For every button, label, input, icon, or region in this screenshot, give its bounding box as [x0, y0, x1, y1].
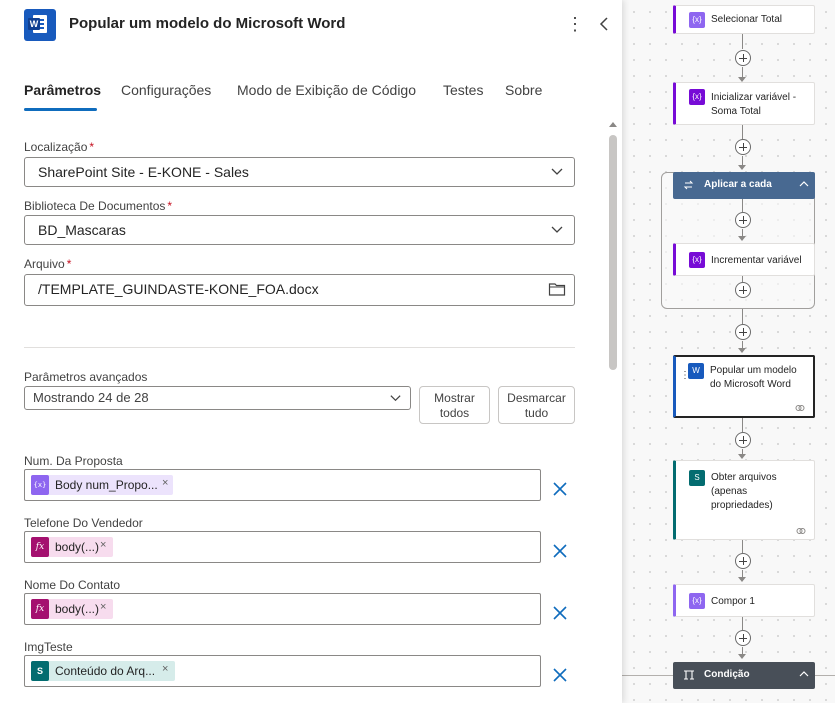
param-input[interactable]: S Conteúdo do Arq... ×: [24, 655, 541, 687]
token-remove-icon[interactable]: ×: [162, 477, 168, 489]
close-icon[interactable]: [551, 480, 569, 498]
tab-configuracoes[interactable]: Configurações: [121, 82, 211, 98]
param-input[interactable]: fx body(...) ×: [24, 531, 541, 563]
word-icon: W: [688, 363, 704, 379]
panel-title: Popular um modelo do Microsoft Word: [69, 15, 346, 32]
show-all-button[interactable]: Mostrar todos: [419, 386, 490, 424]
token-remove-icon[interactable]: ×: [100, 539, 106, 551]
connector: [742, 199, 743, 212]
loop-icon: [683, 180, 694, 190]
file-value: /TEMPLATE_GUINDASTE-KONE_FOA.docx: [38, 281, 319, 297]
drag-handle-icon[interactable]: ⋮: [680, 370, 690, 381]
more-vertical-icon[interactable]: ⋮: [566, 14, 584, 34]
folder-icon[interactable]: [548, 281, 566, 297]
param-label: Telefone Do Vendedor: [24, 516, 143, 530]
connector: [742, 540, 743, 553]
location-value: SharePoint Site - E-KONE - Sales: [38, 164, 249, 180]
chevron-down-icon: [551, 168, 563, 175]
advanced-selected: Mostrando 24 de 28: [33, 390, 149, 405]
condition-header[interactable]: Condição: [673, 662, 815, 689]
variable-icon: {x}: [689, 12, 705, 28]
add-step-icon[interactable]: [735, 553, 751, 569]
token-remove-icon[interactable]: ×: [100, 601, 106, 613]
active-tab-indicator: [24, 108, 97, 111]
variable-icon: {x}: [31, 475, 49, 495]
function-icon: fx: [31, 599, 49, 619]
step-card-popular-modelo-word[interactable]: W Popular um modelo do Microsoft Word ⋮: [673, 355, 815, 418]
section-divider: [24, 347, 575, 348]
file-label: Arquivo *: [24, 257, 72, 271]
clear-all-button[interactable]: Desmarcar tudo: [498, 386, 575, 424]
add-step-icon[interactable]: [735, 324, 751, 340]
step-card-compor-1[interactable]: {x} Compor 1: [673, 584, 815, 617]
param-input[interactable]: {x} Body num_Propo... ×: [24, 469, 541, 501]
close-icon[interactable]: [551, 542, 569, 560]
connector: [742, 617, 743, 630]
arrow-down-icon: [738, 577, 746, 582]
sharepoint-token[interactable]: S Conteúdo do Arq... ×: [31, 661, 175, 681]
expression-token[interactable]: fx body(...) ×: [31, 537, 113, 557]
location-dropdown[interactable]: SharePoint Site - E-KONE - Sales: [24, 157, 575, 187]
compose-icon: {x}: [689, 593, 705, 609]
tab-parametros[interactable]: Parâmetros: [24, 82, 101, 98]
step-card-obter-arquivos[interactable]: S Obter arquivos (apenas propriedades): [673, 460, 815, 540]
connector: [742, 309, 743, 324]
token-remove-icon[interactable]: ×: [162, 663, 168, 675]
add-step-icon[interactable]: [735, 212, 751, 228]
chevron-down-icon: [551, 226, 563, 233]
link-icon: [796, 528, 806, 534]
connector: [742, 418, 743, 432]
connector: [742, 33, 743, 49]
file-input[interactable]: /TEMPLATE_GUINDASTE-KONE_FOA.docx: [24, 274, 575, 306]
condition-icon: [684, 670, 694, 680]
chevron-up-icon[interactable]: [799, 180, 809, 188]
step-card-selecionar-total[interactable]: {x} Selecionar Total: [673, 5, 815, 34]
location-label: Localização *: [24, 140, 95, 154]
advanced-params-dropdown[interactable]: Mostrando 24 de 28: [24, 386, 411, 410]
advanced-label: Parâmetros avançados: [24, 370, 148, 384]
tab-sobre[interactable]: Sobre: [505, 82, 542, 98]
arrow-down-icon: [738, 165, 746, 170]
library-label: Biblioteca De Documentos *: [24, 199, 173, 213]
library-value: BD_Mascaras: [38, 222, 126, 238]
add-step-icon[interactable]: [735, 50, 751, 66]
sharepoint-icon: S: [689, 470, 705, 486]
chevron-down-icon: [390, 395, 401, 402]
param-input[interactable]: fx body(...) ×: [24, 593, 541, 625]
close-icon[interactable]: [551, 604, 569, 622]
add-step-icon[interactable]: [735, 432, 751, 448]
add-step-icon[interactable]: [735, 630, 751, 646]
add-step-icon[interactable]: [735, 282, 751, 298]
add-step-icon[interactable]: [735, 139, 751, 155]
scrollbar-thumb[interactable]: [609, 135, 617, 370]
connector: [742, 125, 743, 139]
arrow-down-icon: [738, 348, 746, 353]
expression-token[interactable]: fx body(...) ×: [31, 599, 113, 619]
action-details-panel: W Popular um modelo do Microsoft Word ⋮ …: [0, 0, 622, 703]
word-icon: W: [24, 9, 56, 41]
function-icon: fx: [31, 537, 49, 557]
tab-testes[interactable]: Testes: [443, 82, 483, 98]
arrow-down-icon: [738, 654, 746, 659]
chevron-left-icon[interactable]: [596, 14, 614, 34]
param-label: Num. Da Proposta: [24, 454, 123, 468]
step-card-inicializar-variavel[interactable]: {x} Inicializar variável - Soma Total: [673, 82, 815, 125]
scroll-up-icon[interactable]: [608, 120, 618, 128]
arrow-down-icon: [738, 454, 746, 459]
variable-token[interactable]: {x} Body num_Propo... ×: [31, 475, 173, 495]
param-label: Nome Do Contato: [24, 578, 121, 592]
apply-to-each-header[interactable]: Aplicar a cada: [673, 172, 815, 199]
chevron-up-icon[interactable]: [799, 670, 809, 678]
variable-icon: {x}: [689, 89, 705, 105]
param-label: ImgTeste: [24, 640, 73, 654]
link-icon: [795, 405, 805, 411]
arrow-down-icon: [738, 236, 746, 241]
sharepoint-icon: S: [31, 661, 49, 681]
close-icon[interactable]: [551, 666, 569, 684]
step-card-incrementar-variavel[interactable]: {x} Incrementar variável: [673, 243, 815, 276]
variable-icon: {x}: [689, 252, 705, 268]
library-dropdown[interactable]: BD_Mascaras: [24, 215, 575, 245]
tab-modo-codigo[interactable]: Modo de Exibição de Código: [237, 82, 416, 98]
